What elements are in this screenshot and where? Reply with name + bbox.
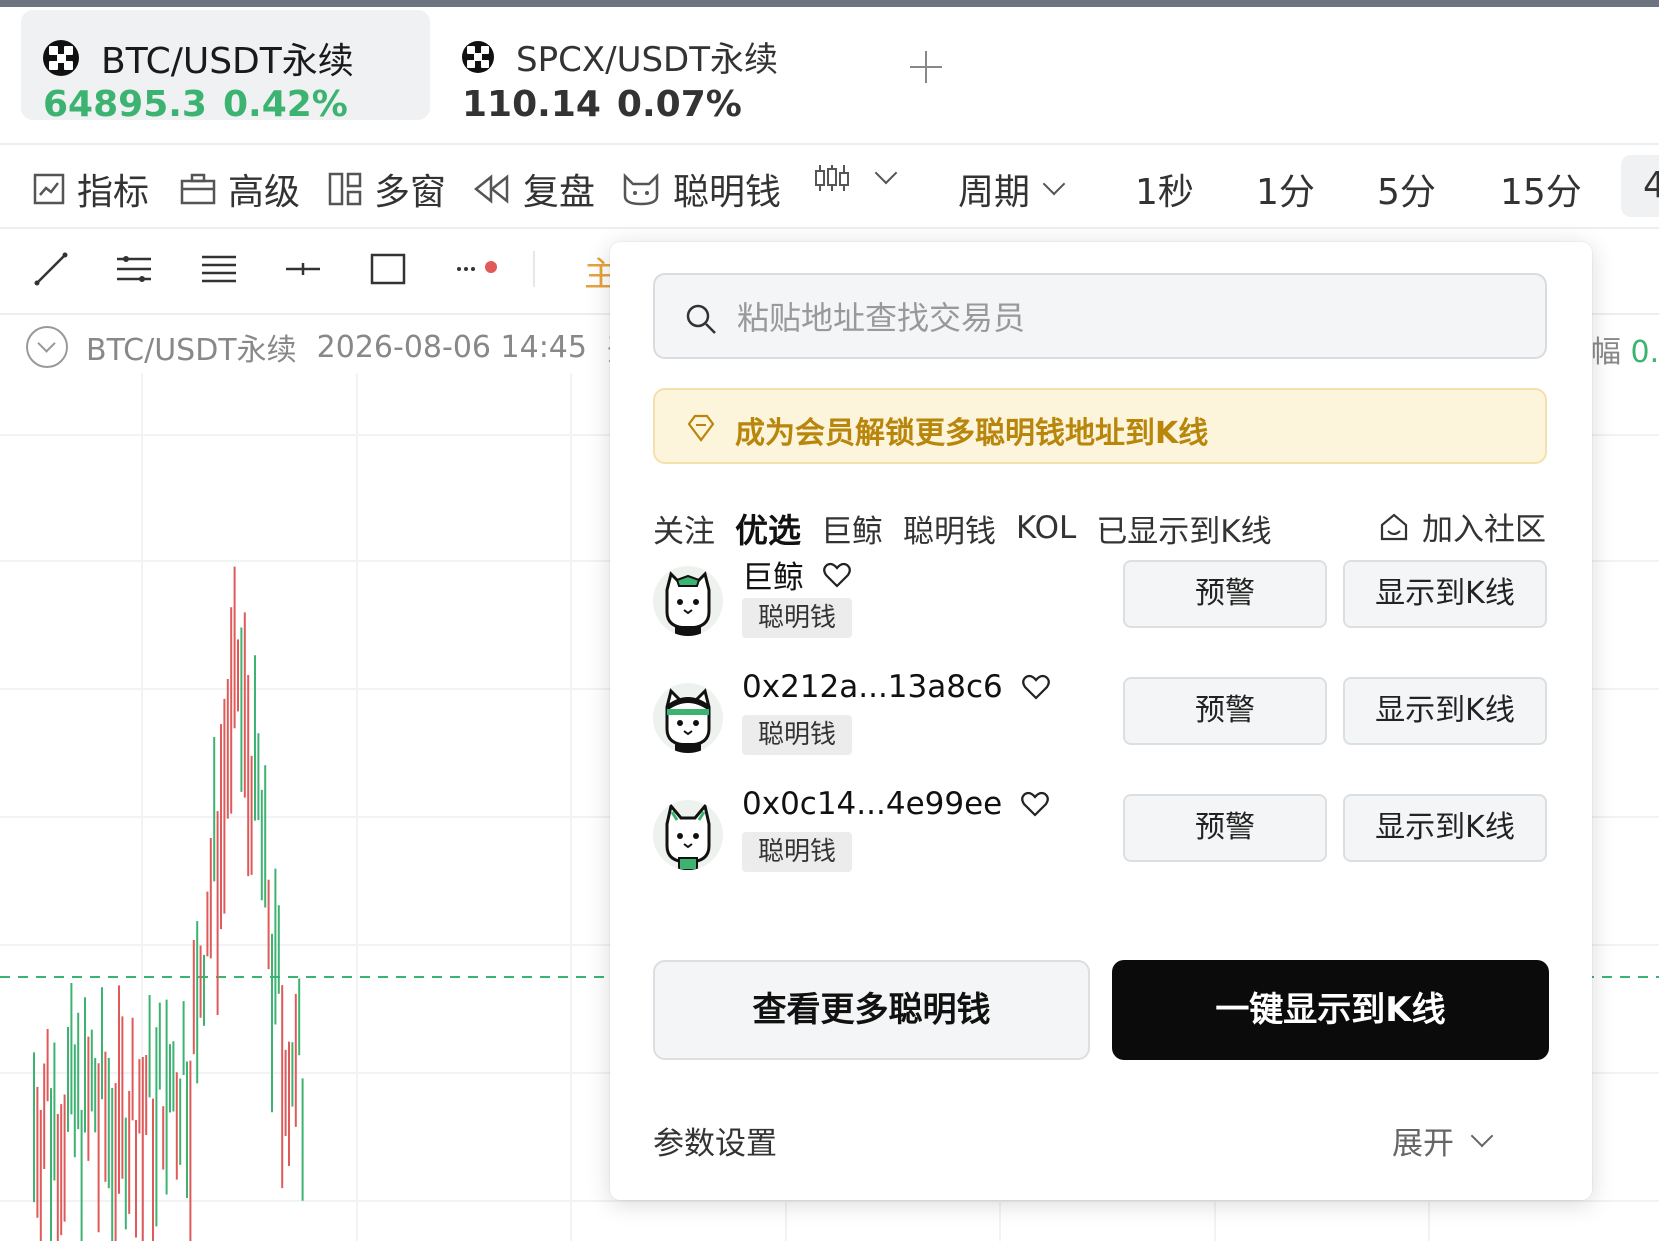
indicators-button[interactable]: 指标 (33, 163, 149, 215)
trader-name-text: 0x212a...13a8c6 (742, 669, 1003, 705)
multi-window-label: 多窗 (374, 172, 447, 213)
heart-icon[interactable] (822, 561, 852, 589)
indicators-label: 指标 (77, 172, 150, 213)
trader-tag: 聪明钱 (742, 598, 853, 638)
smart-money-label: 聪明钱 (673, 172, 782, 213)
cat-avatar-icon (653, 566, 723, 636)
show-on-chart-button[interactable]: 显示到K线 (1343, 794, 1547, 862)
tab-spcx-usdt[interactable]: SPCX/USDT永续 110.14 0.07% (440, 10, 840, 125)
advanced-label: 高级 (228, 172, 301, 213)
cat-avatar-icon (653, 683, 723, 753)
interval-15m[interactable]: 15分 (1500, 163, 1582, 215)
cat-face-icon (623, 172, 659, 206)
show-on-chart-button[interactable]: 显示到K线 (1343, 560, 1547, 628)
candlestick-icon (815, 165, 849, 191)
trader-search-input[interactable] (735, 289, 1529, 347)
horizontal-lines-icon[interactable] (201, 251, 237, 287)
tab-pair-label: SPCX/USDT永续 (516, 40, 778, 80)
trader-name-text: 0x0c14...4e99ee (742, 786, 1003, 822)
smart-money-popup: 成为会员解锁更多聪明钱地址到K线 关注 优选 巨鲸 聪明钱 KOL 已显示到K线… (610, 242, 1592, 1200)
join-community-button[interactable]: 加入社区 (1378, 504, 1546, 549)
alert-button[interactable]: 预警 (1123, 794, 1327, 862)
replay-label: 复盘 (523, 172, 596, 213)
membership-banner-text: 成为会员解锁更多聪明钱地址到K线 (735, 416, 1209, 451)
show-all-on-chart-button[interactable]: 一键显示到K线 (1112, 960, 1549, 1060)
join-community-label: 加入社区 (1422, 512, 1546, 548)
chevron-down-icon (1470, 1124, 1494, 1147)
search-icon (686, 304, 716, 334)
toolbar-divider (533, 251, 535, 287)
tab-price: 64895.3 (43, 84, 207, 125)
smart-money-button[interactable]: 聪明钱 (621, 163, 781, 215)
chevron-down-icon (1042, 172, 1066, 196)
trend-line-icon[interactable] (33, 251, 69, 287)
add-tab-icon[interactable] (906, 47, 946, 87)
interval-1m[interactable]: 1分 (1256, 163, 1315, 215)
period-label: 周期 (958, 172, 1031, 213)
trader-row: 0x212a...13a8c6 聪明钱 预警 显示到K线 (653, 669, 1547, 769)
tab-shown-on-chart[interactable]: 已显示到K线 (1096, 506, 1271, 551)
rectangle-icon[interactable] (370, 251, 406, 287)
symbol-tabs: BTC/USDT永续 64895.3 0.42% SPCX/USDT永续 110.… (0, 7, 1659, 145)
parallel-channel-icon[interactable] (116, 251, 152, 287)
alert-button[interactable]: 预警 (1123, 677, 1327, 745)
window-top-bar (0, 0, 1659, 7)
trader-category-tabs: 关注 优选 巨鲸 聪明钱 KOL 已显示到K线 (653, 504, 1292, 552)
trader-search-box[interactable] (653, 273, 1547, 359)
tab-whale[interactable]: 巨鲸 (821, 506, 883, 551)
trader-name: 0x0c14...4e99ee (742, 786, 1050, 822)
show-on-chart-button[interactable]: 显示到K线 (1343, 677, 1547, 745)
tab-price: 110.14 (462, 84, 601, 125)
chart-type-dropdown[interactable] (814, 161, 898, 193)
interval-5m[interactable]: 5分 (1377, 163, 1436, 215)
trader-tag: 聪明钱 (742, 715, 853, 755)
advanced-button[interactable]: 高级 (180, 163, 300, 215)
diamond-icon (687, 414, 715, 442)
expand-label: 展开 (1392, 1126, 1454, 1162)
period-dropdown[interactable]: 周期 (958, 163, 1066, 215)
cat-avatar-icon (653, 800, 723, 870)
tab-featured[interactable]: 优选 (735, 504, 801, 552)
okx-logo-icon (462, 40, 494, 73)
tab-change: 0.07% (616, 84, 742, 125)
trader-row: 巨鲸 聪明钱 预警 显示到K线 (653, 552, 1547, 652)
candles (33, 566, 304, 1241)
horizontal-ray-icon[interactable] (285, 251, 321, 287)
tab-smart-money[interactable]: 聪明钱 (903, 506, 996, 551)
tab-btc-usdt[interactable]: BTC/USDT永续 64895.3 0.42% (21, 10, 430, 125)
community-icon (1380, 513, 1408, 540)
tab-pair-label: BTC/USDT永续 (101, 41, 354, 82)
briefcase-icon (180, 173, 216, 205)
interval-1s[interactable]: 1秒 (1135, 163, 1194, 215)
chart-toolbar: 指标 高级 多窗 复盘 聪明钱 周期 1秒 1分 5分 15分 4 (0, 145, 1659, 229)
okx-logo-icon (43, 40, 79, 76)
rewind-icon (473, 174, 509, 204)
membership-banner[interactable]: 成为会员解锁更多聪明钱地址到K线 (653, 388, 1547, 464)
trader-row: 0x0c14...4e99ee 聪明钱 预警 显示到K线 (653, 786, 1547, 886)
tab-kol[interactable]: KOL (1016, 510, 1076, 546)
chevron-down-icon (874, 161, 898, 185)
tab-following[interactable]: 关注 (653, 506, 715, 551)
more-tools-icon[interactable] (455, 251, 503, 287)
expand-params-button[interactable]: 展开 (1392, 1118, 1494, 1163)
multi-window-icon (328, 172, 362, 206)
view-more-smart-money-button[interactable]: 查看更多聪明钱 (653, 960, 1090, 1060)
tab-change: 0.42% (222, 84, 348, 125)
trader-tag: 聪明钱 (742, 832, 853, 872)
heart-icon[interactable] (1020, 790, 1050, 818)
indicator-chart-icon (33, 173, 65, 205)
multi-window-button[interactable]: 多窗 (328, 163, 446, 215)
params-settings-label: 参数设置 (653, 1126, 777, 1162)
trader-name-text: 巨鲸 (742, 560, 804, 596)
alert-button[interactable]: 预警 (1123, 560, 1327, 628)
trader-name: 0x212a...13a8c6 (742, 669, 1051, 705)
heart-icon[interactable] (1021, 673, 1051, 701)
interval-selected[interactable]: 4 (1621, 155, 1659, 217)
replay-button[interactable]: 复盘 (473, 163, 595, 215)
trader-name: 巨鲸 (742, 552, 852, 597)
